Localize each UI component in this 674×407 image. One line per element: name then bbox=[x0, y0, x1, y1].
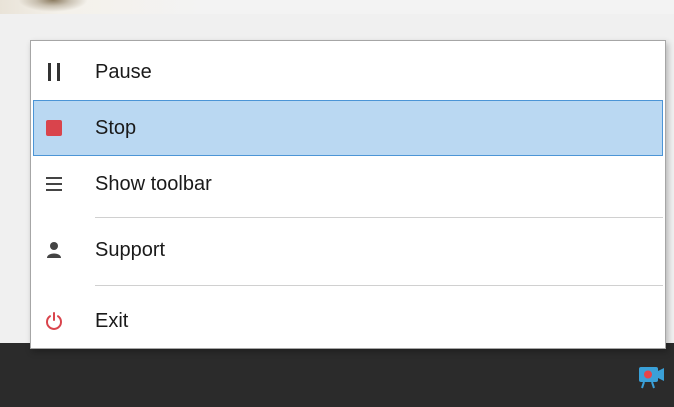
hamburger-icon bbox=[42, 172, 66, 196]
menu-item-label: Stop bbox=[95, 116, 137, 139]
power-icon bbox=[42, 309, 66, 333]
stop-icon bbox=[42, 116, 66, 140]
menu-item-pause[interactable]: Pause bbox=[33, 44, 663, 100]
app-background-strip bbox=[0, 0, 674, 14]
background-image-fragment bbox=[18, 0, 88, 12]
taskbar bbox=[0, 343, 674, 407]
menu-item-label: Exit bbox=[95, 309, 129, 332]
menu-item-show-toolbar[interactable]: Show toolbar bbox=[33, 156, 663, 212]
menu-item-label: Show toolbar bbox=[95, 172, 212, 195]
menu-item-support[interactable]: Support bbox=[33, 222, 663, 278]
person-icon bbox=[42, 238, 66, 262]
menu-separator bbox=[95, 217, 663, 218]
screen-recorder-icon[interactable] bbox=[636, 364, 666, 390]
menu-separator bbox=[95, 285, 663, 286]
menu-item-stop[interactable]: Stop bbox=[33, 100, 663, 156]
context-menu: Pause Stop Show toolbar Support Exit bbox=[30, 40, 666, 349]
menu-item-label: Pause bbox=[95, 60, 152, 83]
pause-icon bbox=[42, 60, 66, 84]
menu-item-label: Support bbox=[95, 238, 166, 261]
menu-item-exit[interactable]: Exit bbox=[33, 293, 663, 349]
